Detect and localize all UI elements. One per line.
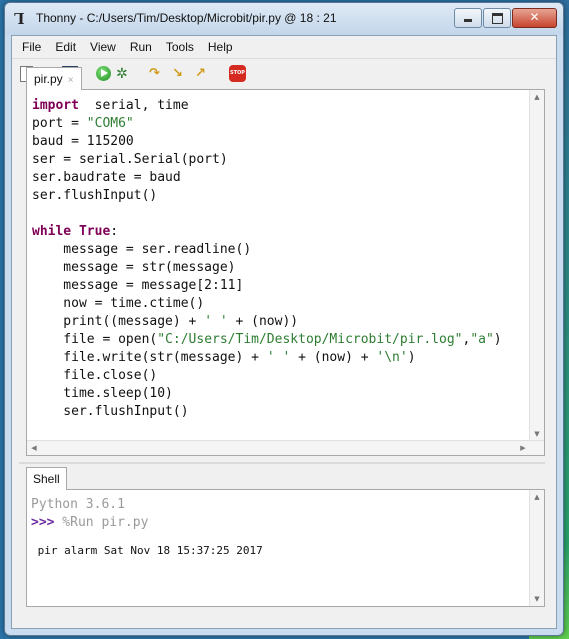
shell-console[interactable]: Python 3.6.1 >>> %Run pir.py pir alarm S… (26, 489, 545, 607)
tab-pir-py[interactable]: pir.py × (26, 67, 82, 90)
code-string: ' ' (266, 350, 291, 365)
scroll-down-icon[interactable]: ▼ (530, 427, 544, 441)
shell-vertical-scrollbar[interactable]: ▲ ▼ (529, 490, 544, 606)
code-token: ser.baudrate = baud (32, 170, 181, 185)
minimize-button[interactable] (454, 8, 482, 28)
code-keyword: while (32, 224, 72, 239)
code-token: serial, time (78, 98, 189, 113)
tab-shell[interactable]: Shell (26, 467, 67, 490)
code-string: "a" (470, 332, 494, 347)
shell-prompt: >>> (31, 515, 55, 530)
code-editor[interactable]: import serial, time port = "COM6" baud = 1… (26, 89, 545, 456)
code-line[interactable]: message = message[2:11] (32, 277, 502, 295)
editor-horizontal-scrollbar[interactable]: ◀ ▶ (27, 440, 544, 455)
menu-help[interactable]: Help (201, 37, 240, 57)
code-keyword: True (71, 224, 111, 239)
code-line[interactable]: now = time.ctime() (32, 295, 502, 313)
shell-run-line: >>> %Run pir.py (31, 514, 148, 532)
code-token: port = (32, 116, 87, 131)
code-token: file.write(str(message) + (32, 350, 267, 365)
code-line[interactable]: import serial, time (32, 97, 502, 115)
code-string: '\n' (376, 350, 408, 365)
code-token: file.close() (32, 368, 158, 383)
code-token: time.sleep(10) (32, 386, 173, 401)
code-token: : (110, 224, 119, 239)
menu-file[interactable]: File (15, 37, 48, 57)
code-line[interactable]: print((message) + ' ' + (now)) (32, 313, 502, 331)
code-token: ser.flushInput() (32, 188, 158, 203)
thonny-window: Ꞁ Thonny - C:/Users/Tim/Desktop/Microbit… (4, 2, 564, 636)
maximize-button[interactable] (483, 8, 511, 28)
code-string: ' ' (204, 314, 228, 329)
code-line[interactable]: message = ser.readline() (32, 241, 502, 259)
code-token: ) (493, 332, 502, 347)
pane-divider[interactable] (19, 462, 545, 464)
code-line[interactable]: baud = 115200 (32, 133, 502, 151)
code-line[interactable]: ser = serial.Serial(port) (32, 151, 502, 169)
code-line[interactable]: ser.flushInput() (32, 403, 502, 421)
code-token: + (now)) (227, 314, 299, 329)
menu-bar: File Edit View Run Tools Help (12, 36, 556, 59)
code-line[interactable]: ser.flushInput() (32, 187, 502, 205)
title-bar[interactable]: Ꞁ Thonny - C:/Users/Tim/Desktop/Microbit… (5, 3, 563, 35)
menu-edit[interactable]: Edit (48, 37, 83, 57)
code-token: message = ser.readline() (32, 242, 252, 257)
editor-notebook: pir.py × import serial, time port = "COM6"… (12, 67, 546, 457)
code-token: message = str(message) (32, 260, 236, 275)
menu-view[interactable]: View (83, 37, 123, 57)
scroll-right-icon[interactable]: ▶ (516, 441, 530, 455)
code-token: message = message[2:11] (32, 278, 244, 293)
code-line[interactable]: while True: (32, 223, 502, 241)
code-line[interactable]: file.close() (32, 367, 502, 385)
code-line[interactable]: file = open("C:/Users/Tim/Desktop/Microb… (32, 331, 502, 349)
thonny-app-icon: Ꞁ (14, 10, 25, 28)
scroll-up-icon[interactable]: ▲ (530, 90, 544, 104)
code-token: ser = serial.Serial(port) (32, 152, 228, 167)
code-token: file = open( (32, 332, 158, 347)
code-line[interactable]: file.write(str(message) + ' ' + (now) + … (32, 349, 502, 367)
code-line[interactable]: message = str(message) (32, 259, 502, 277)
code-string: "C:/Users/Tim/Desktop/Microbit/pir.log" (157, 332, 463, 347)
editor-vertical-scrollbar[interactable]: ▲ ▼ (529, 90, 544, 441)
tab-label: pir.py (34, 72, 63, 86)
code-token: now = time.ctime() (32, 296, 205, 311)
close-button[interactable]: ✕ (512, 8, 557, 28)
shell-version: Python 3.6.1 (31, 497, 125, 512)
maximize-icon (492, 13, 503, 24)
menu-run[interactable]: Run (123, 37, 159, 57)
code-token: ) (407, 350, 416, 365)
code-line[interactable]: time.sleep(10) (32, 385, 502, 403)
minimize-icon (464, 19, 472, 22)
code-keyword: import (32, 98, 79, 113)
shell-output: pir alarm Sat Nov 18 15:37:25 2017 (31, 544, 263, 557)
code-line[interactable]: port = "COM6" (32, 115, 502, 133)
code-token: print((message) + (32, 314, 205, 329)
menu-tools[interactable]: Tools (159, 37, 201, 57)
code-text[interactable]: import serial, time port = "COM6" baud = 1… (32, 97, 502, 421)
shell-command: %Run pir.py (54, 515, 149, 530)
shell-notebook: Shell Python 3.6.1 >>> %Run pir.py pir a… (26, 467, 546, 607)
code-string: "COM6" (86, 116, 134, 131)
scroll-left-icon[interactable]: ◀ (27, 441, 41, 455)
tab-close-icon[interactable]: × (68, 75, 74, 86)
scroll-down-icon[interactable]: ▼ (530, 592, 544, 606)
scroll-up-icon[interactable]: ▲ (530, 490, 544, 504)
code-line[interactable]: ser.baudrate = baud (32, 169, 502, 187)
window-title: Thonny - C:/Users/Tim/Desktop/Microbit/p… (36, 11, 337, 25)
code-token: baud = 115200 (32, 134, 134, 149)
code-line[interactable] (32, 205, 502, 223)
code-token: ser.flushInput() (32, 404, 189, 419)
code-token: + (now) + (290, 350, 377, 365)
close-icon: ✕ (529, 10, 540, 24)
